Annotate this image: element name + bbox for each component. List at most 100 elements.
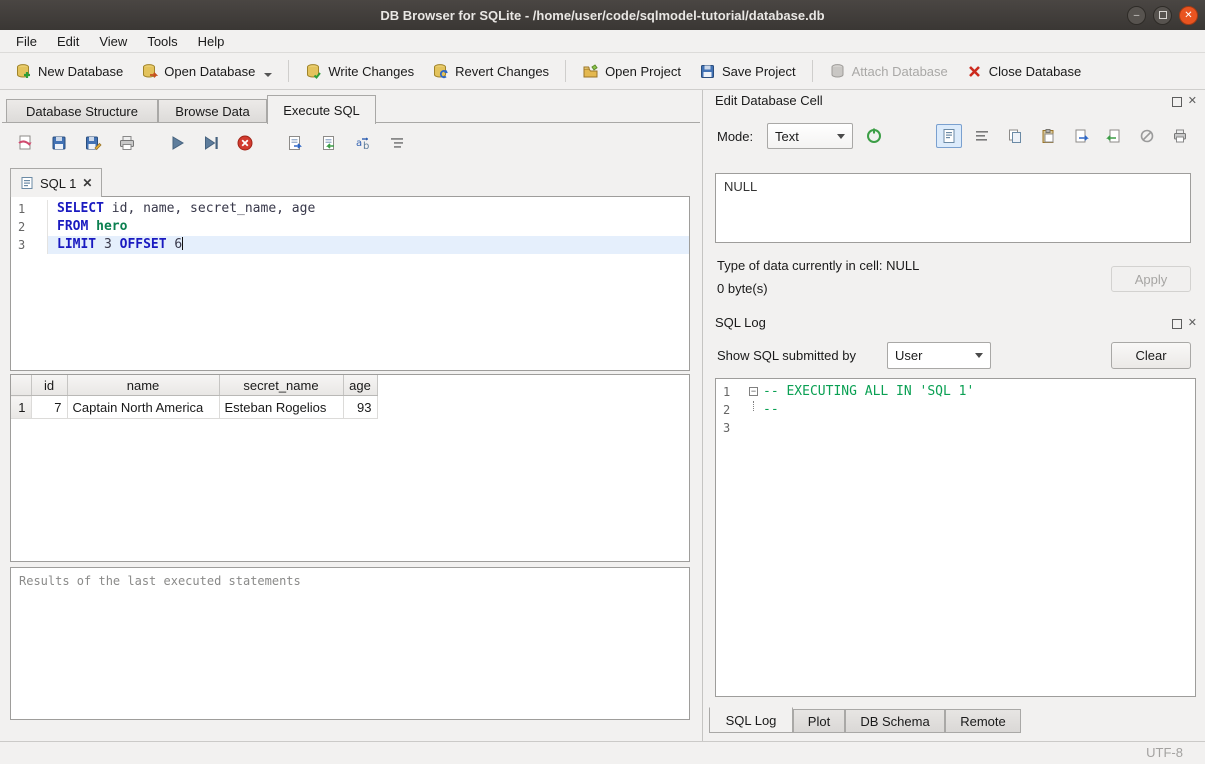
export-cell-button[interactable] bbox=[1101, 124, 1127, 148]
paste-icon bbox=[1040, 128, 1056, 144]
sql-log-dock-buttons: ✕ bbox=[1172, 318, 1197, 329]
save-sql-as-icon bbox=[84, 134, 102, 152]
word-wrap-button[interactable] bbox=[969, 124, 995, 148]
app-window: DB Browser for SQLite - /home/user/code/… bbox=[0, 0, 1205, 764]
dock-close-icon[interactable]: ✕ bbox=[1188, 318, 1197, 329]
sql-file-tab-label: SQL 1 bbox=[40, 176, 76, 191]
tab-plot[interactable]: Plot bbox=[793, 709, 845, 733]
menu-help[interactable]: Help bbox=[188, 32, 235, 51]
save-project-button[interactable]: Save Project bbox=[690, 58, 805, 85]
clear-log-button[interactable]: Clear bbox=[1111, 342, 1191, 369]
dock-close-icon[interactable]: ✕ bbox=[1188, 96, 1197, 107]
sql-file-tab[interactable]: SQL 1 ✕ bbox=[10, 168, 102, 197]
export-cell-icon bbox=[1106, 128, 1122, 144]
format-sql-button[interactable] bbox=[384, 130, 410, 156]
menu-view[interactable]: View bbox=[89, 32, 137, 51]
col-header-age[interactable]: age bbox=[343, 375, 377, 396]
row-header[interactable]: 1 bbox=[11, 396, 31, 419]
import-cell-button[interactable] bbox=[1068, 124, 1094, 148]
log-text: -- bbox=[763, 401, 779, 419]
cell-size-info: 0 byte(s) bbox=[717, 281, 768, 296]
maximize-button[interactable] bbox=[1153, 6, 1172, 25]
set-null-icon bbox=[1139, 128, 1155, 144]
window-controls: – ✕ bbox=[1127, 0, 1198, 30]
new-database-button[interactable]: New Database bbox=[6, 58, 132, 85]
copy-icon bbox=[1007, 128, 1023, 144]
line-number: 2 bbox=[716, 401, 746, 419]
toolbar-separator bbox=[288, 60, 289, 82]
edit-text-icon bbox=[941, 128, 957, 144]
tab-execute-sql[interactable]: Execute SQL bbox=[267, 95, 376, 124]
paste-cell-button[interactable] bbox=[1035, 124, 1061, 148]
statusbar: UTF-8 bbox=[0, 741, 1205, 764]
write-changes-button[interactable]: Write Changes bbox=[296, 58, 423, 85]
svg-text:b: b bbox=[363, 141, 369, 152]
chevron-down-icon bbox=[975, 353, 983, 358]
execute-line-icon bbox=[202, 134, 220, 152]
tab-db-schema-label: DB Schema bbox=[860, 714, 929, 729]
open-project-icon bbox=[582, 63, 599, 80]
export-results-icon bbox=[286, 134, 304, 152]
find-replace-button[interactable]: ab bbox=[350, 130, 376, 156]
save-sql-as-button[interactable] bbox=[80, 130, 106, 156]
revert-changes-button[interactable]: Revert Changes bbox=[423, 58, 558, 85]
open-database-icon bbox=[141, 63, 158, 80]
cell-age[interactable]: 93 bbox=[343, 396, 377, 419]
open-database-label: Open Database bbox=[164, 64, 255, 79]
stop-execution-button[interactable] bbox=[232, 130, 258, 156]
tab-sql-log-label: SQL Log bbox=[726, 713, 777, 728]
execute-line-button[interactable] bbox=[198, 130, 224, 156]
apply-button[interactable]: Apply bbox=[1111, 266, 1191, 292]
sql-toolbar: ab bbox=[12, 130, 410, 156]
close-button[interactable]: ✕ bbox=[1179, 6, 1198, 25]
mode-combobox[interactable]: Text bbox=[767, 123, 853, 149]
minimize-button[interactable]: – bbox=[1127, 6, 1146, 25]
cell-value: NULL bbox=[724, 179, 757, 194]
export-results-button[interactable] bbox=[282, 130, 308, 156]
tab-database-structure[interactable]: Database Structure bbox=[6, 99, 158, 123]
menu-tools[interactable]: Tools bbox=[137, 32, 187, 51]
tab-browse-data-label: Browse Data bbox=[175, 104, 249, 119]
print-cell-icon bbox=[1172, 128, 1188, 144]
cell-editor[interactable]: NULL bbox=[715, 173, 1191, 243]
execute-all-button[interactable] bbox=[164, 130, 190, 156]
copy-cell-button[interactable] bbox=[1002, 124, 1028, 148]
cell-secret-name[interactable]: Esteban Rogelios bbox=[219, 396, 343, 419]
cell-name[interactable]: Captain North America bbox=[67, 396, 219, 419]
col-header-secret-name[interactable]: secret_name bbox=[219, 375, 343, 396]
sql-log-view[interactable]: 1 − -- EXECUTING ALL IN 'SQL 1' 2 -- 3 bbox=[715, 378, 1196, 697]
tab-remote[interactable]: Remote bbox=[945, 709, 1021, 733]
open-database-button[interactable]: Open Database bbox=[132, 58, 281, 85]
print-sql-button[interactable] bbox=[114, 130, 140, 156]
tab-sql-log[interactable]: SQL Log bbox=[709, 707, 793, 733]
execution-message-pane[interactable]: Results of the last executed statements bbox=[10, 567, 690, 720]
close-database-label: Close Database bbox=[989, 64, 1082, 79]
attach-database-button[interactable]: Attach Database bbox=[820, 58, 957, 85]
sql-file-tab-close-icon[interactable]: ✕ bbox=[82, 177, 92, 189]
col-header-name[interactable]: name bbox=[67, 375, 219, 396]
fold-collapse-icon[interactable]: − bbox=[749, 387, 758, 396]
sql-editor[interactable]: 1 SELECT id, name, secret_name, age 2 FR… bbox=[10, 196, 690, 371]
dock-float-icon[interactable] bbox=[1172, 97, 1182, 107]
save-sql-file-button[interactable] bbox=[46, 130, 72, 156]
auto-mode-button[interactable] bbox=[861, 124, 887, 148]
save-project-label: Save Project bbox=[722, 64, 796, 79]
tab-browse-data[interactable]: Browse Data bbox=[158, 99, 267, 123]
col-header-id[interactable]: id bbox=[31, 375, 67, 396]
set-null-button[interactable] bbox=[1134, 124, 1160, 148]
menu-file[interactable]: File bbox=[6, 32, 47, 51]
edit-text-button[interactable] bbox=[936, 124, 962, 148]
tab-db-schema[interactable]: DB Schema bbox=[845, 709, 945, 733]
menu-edit[interactable]: Edit bbox=[47, 32, 89, 51]
corner-header[interactable] bbox=[11, 375, 31, 396]
open-project-button[interactable]: Open Project bbox=[573, 58, 690, 85]
log-filter-combobox[interactable]: User bbox=[887, 342, 991, 369]
close-database-button[interactable]: Close Database bbox=[957, 58, 1091, 85]
cell-id[interactable]: 7 bbox=[31, 396, 67, 419]
text-cursor bbox=[182, 237, 183, 250]
cell-editor-toolbar bbox=[936, 124, 1193, 148]
dock-float-icon[interactable] bbox=[1172, 319, 1182, 329]
import-sql-button[interactable] bbox=[316, 130, 342, 156]
print-cell-button[interactable] bbox=[1167, 124, 1193, 148]
open-sql-file-button[interactable] bbox=[12, 130, 38, 156]
